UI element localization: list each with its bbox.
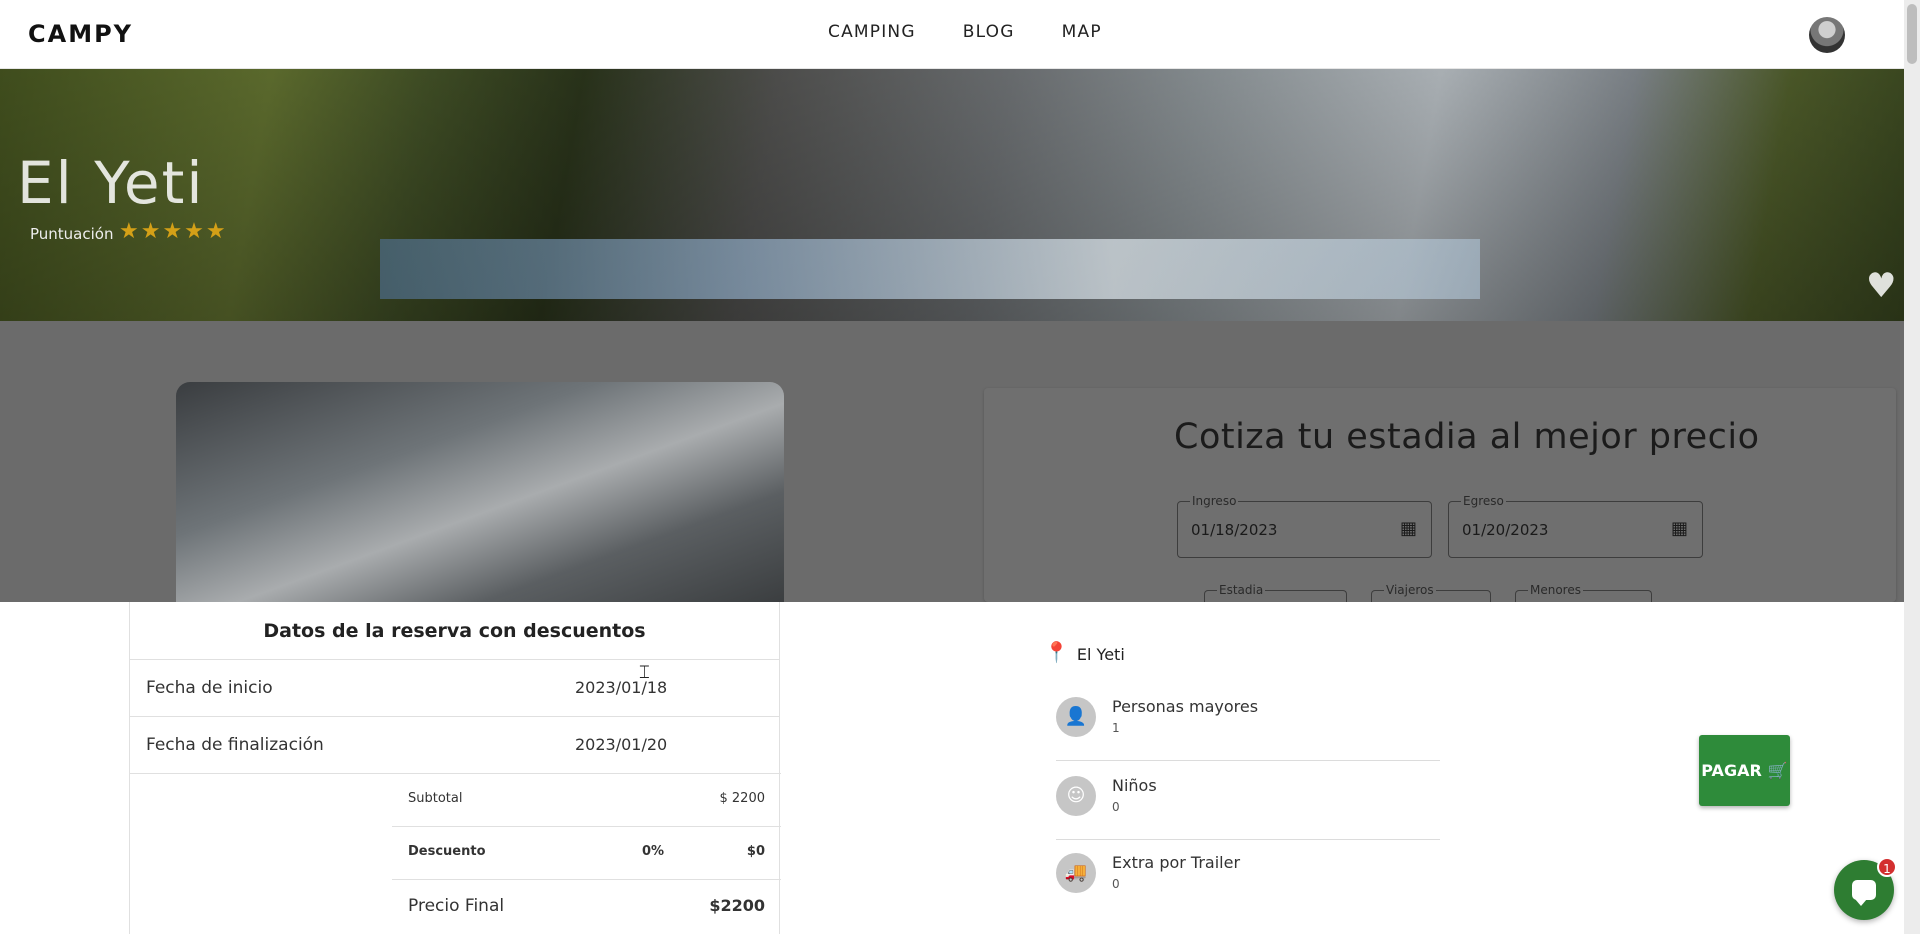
pay-label: PAGAR <box>1701 761 1762 780</box>
child-icon: ☺ <box>1056 776 1096 816</box>
campy-logo[interactable]: CAMPY <box>28 20 133 48</box>
discount-percent: 0% <box>642 844 665 859</box>
discount-value: $0 <box>746 844 765 859</box>
nav-map[interactable]: MAP <box>1062 22 1102 42</box>
kids-item: ☺ Niños 0 <box>1056 776 1440 840</box>
main-nav: CAMPING BLOG MAP <box>828 22 1102 42</box>
rating-label: Puntuación <box>30 225 114 243</box>
chat-icon <box>1852 880 1876 906</box>
trailer-label: Extra por Trailer <box>1112 853 1241 872</box>
camping-photo <box>176 382 784 602</box>
hero-lake-graphic <box>380 239 1480 299</box>
nav-blog[interactable]: BLOG <box>963 22 1015 42</box>
calendar-icon[interactable]: ▦ <box>1400 518 1417 539</box>
top-navbar: CAMPY CAMPING BLOG MAP <box>0 0 1904 69</box>
person-add-icon: 👤 <box>1056 697 1096 737</box>
calendar-icon[interactable]: ▦ <box>1671 518 1688 539</box>
summary-row-start: Fecha de inicio 2023/01/18 <box>130 659 779 716</box>
mouse-cursor-icon: ⌶ <box>639 662 650 683</box>
adults-label: Personas mayores <box>1112 697 1259 716</box>
hero-banner: El Yeti Puntuación ★★★★★ ♥ <box>0 69 1904 321</box>
minors-label: Menores <box>1528 583 1583 597</box>
discount-row: Descuento 0% $0 <box>392 826 781 879</box>
location-row: 📍 El Yeti <box>1044 640 1125 664</box>
adults-value: 1 <box>1112 721 1120 735</box>
truck-icon: 🚚 <box>1056 853 1096 893</box>
location-name: El Yeti <box>1076 645 1125 664</box>
checkout-date-field[interactable]: Egreso 01/20/2023 ▦ <box>1448 494 1703 558</box>
heart-icon[interactable]: ♥ <box>1866 266 1896 306</box>
location-pin-icon: 📍 <box>1044 640 1069 664</box>
reservation-summary-table: Datos de la reserva con descuentos Fecha… <box>129 602 781 934</box>
end-date-value: 2023/01/20 <box>575 735 668 754</box>
checkout-value: 01/20/2023 <box>1462 521 1549 539</box>
summary-row-end: Fecha de finalización 2023/01/20 <box>130 716 779 773</box>
final-price-value: $2200 <box>709 896 765 915</box>
start-date-label: Fecha de inicio <box>146 678 273 698</box>
cart-icon: 🛒 <box>1767 761 1788 780</box>
stay-label: Estadia <box>1217 583 1266 597</box>
rating-stars-icon: ★★★★★ <box>119 219 228 244</box>
checkin-label: Ingreso <box>1190 494 1239 508</box>
scrollbar-thumb[interactable] <box>1907 4 1917 64</box>
page-scrollbar[interactable] <box>1904 0 1920 934</box>
subtotal-value: $ 2200 <box>719 791 766 806</box>
end-date-label: Fecha de finalización <box>146 735 324 755</box>
subtotal-label: Subtotal <box>408 791 463 806</box>
trailer-value: 0 <box>1112 877 1120 891</box>
checkout-label: Egreso <box>1461 494 1506 508</box>
chat-notification-badge: 1 <box>1877 857 1897 877</box>
user-avatar[interactable] <box>1809 17 1845 53</box>
quote-title: Cotiza tu estadia al mejor precio <box>1174 417 1760 457</box>
checkin-date-field[interactable]: Ingreso 01/18/2023 ▦ <box>1177 494 1432 558</box>
camping-title: El Yeti <box>17 149 205 217</box>
subtotal-row: Subtotal $ 2200 <box>392 773 781 826</box>
kids-label: Niños <box>1112 776 1157 795</box>
pay-button[interactable]: PAGAR 🛒 <box>1699 735 1790 806</box>
trailer-item: 🚚 Extra por Trailer 0 <box>1056 853 1440 917</box>
travelers-label: Viajeros <box>1384 583 1436 597</box>
final-price-label: Precio Final <box>408 896 505 916</box>
nav-camping[interactable]: CAMPING <box>828 22 916 42</box>
final-price-row: Precio Final $2200 <box>392 879 781 934</box>
summary-title: Datos de la reserva con descuentos <box>263 620 646 642</box>
discount-label: Descuento <box>408 844 486 859</box>
start-date-value: 2023/01/18 <box>575 678 668 697</box>
kids-value: 0 <box>1112 800 1120 814</box>
checkin-value: 01/18/2023 <box>1191 521 1278 539</box>
adults-item: 👤 Personas mayores 1 <box>1056 697 1440 761</box>
